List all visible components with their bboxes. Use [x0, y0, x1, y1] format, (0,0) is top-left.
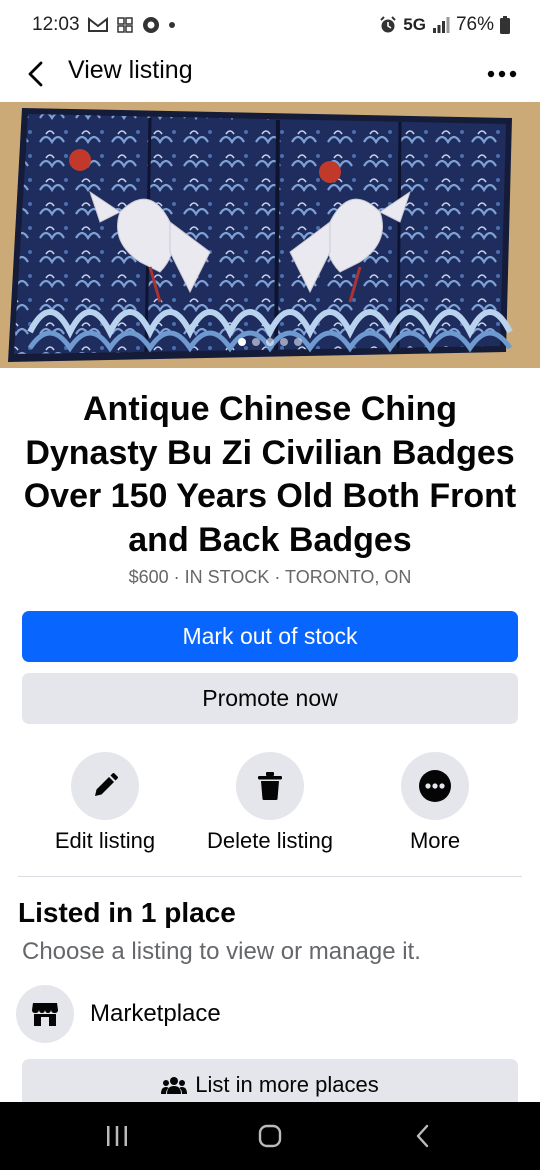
home-button[interactable] — [240, 1106, 300, 1166]
carousel-dot — [280, 338, 288, 346]
back-arrow-icon — [28, 61, 43, 87]
marketplace-icon-circle — [16, 985, 74, 1043]
edit-listing-circle — [71, 752, 139, 820]
listed-places-subtitle: Choose a listing to view or manage it. — [22, 938, 421, 965]
system-back-button[interactable] — [393, 1106, 453, 1166]
app-bar: View listing — [0, 50, 540, 102]
carousel-dot — [294, 338, 302, 346]
app-notification-icon — [116, 16, 134, 34]
place-item-marketplace[interactable]: Marketplace — [16, 985, 221, 1043]
back-button[interactable] — [16, 54, 56, 94]
edit-listing-label: Edit listing — [54, 828, 156, 853]
marketplace-store-icon — [32, 1003, 58, 1026]
notification-dot-icon — [168, 21, 176, 29]
carousel-dots — [0, 338, 540, 346]
battery-percent: 76% — [455, 14, 494, 35]
system-navigation-bar — [0, 1102, 540, 1170]
promote-now-button[interactable]: Promote now — [22, 673, 518, 724]
recent-apps-button[interactable] — [87, 1106, 147, 1166]
listing-photo-carousel[interactable] — [0, 102, 540, 368]
carousel-dot — [252, 338, 260, 346]
alarm-icon — [379, 16, 397, 34]
listed-places-heading: Listed in 1 place — [18, 897, 236, 928]
pencil-icon — [95, 773, 118, 796]
list-in-more-places-label: List in more places — [195, 1072, 379, 1097]
status-left: 12:03 — [32, 14, 176, 36]
network-type: 5G — [403, 15, 426, 34]
overflow-menu-button[interactable] — [482, 54, 522, 94]
carousel-dot — [266, 338, 274, 346]
listing-title: Antique Chinese Ching Dynasty Bu Zi Civi… — [23, 390, 517, 559]
place-label-marketplace: Marketplace — [90, 1000, 221, 1027]
mark-out-of-stock-button[interactable]: Mark out of stock — [22, 611, 518, 662]
status-right: 5G 76% — [379, 14, 510, 36]
chrome-icon — [142, 16, 160, 34]
delete-listing-button[interactable]: Delete listing — [185, 752, 355, 854]
delete-listing-label: Delete listing — [207, 828, 333, 853]
page-title: View listing — [68, 56, 193, 84]
status-time: 12:03 — [32, 14, 80, 35]
trash-icon — [258, 772, 282, 800]
edit-listing-button[interactable]: Edit listing — [20, 752, 190, 854]
delete-listing-circle — [236, 752, 304, 820]
battery-icon — [500, 16, 510, 34]
more-actions-circle — [401, 752, 469, 820]
listing-actions: Edit listing Delete listing More — [0, 752, 540, 862]
more-actions-label: More — [409, 828, 461, 853]
more-dots-icon — [419, 770, 451, 802]
status-bar: 12:03 5G 76% — [0, 0, 540, 50]
system-back-icon — [417, 1124, 429, 1148]
signal-icon — [432, 17, 450, 33]
people-group-icon — [161, 1077, 188, 1094]
listing-meta: $600 · IN STOCK · TORONTO, ON — [128, 567, 412, 587]
listing-photo — [0, 102, 540, 368]
recent-apps-icon — [106, 1126, 127, 1146]
carousel-dot — [238, 338, 246, 346]
more-actions-button[interactable]: More — [350, 752, 520, 854]
more-horizontal-icon — [487, 70, 517, 78]
gmail-icon — [87, 17, 108, 33]
divider — [18, 876, 522, 877]
home-icon — [258, 1124, 282, 1148]
